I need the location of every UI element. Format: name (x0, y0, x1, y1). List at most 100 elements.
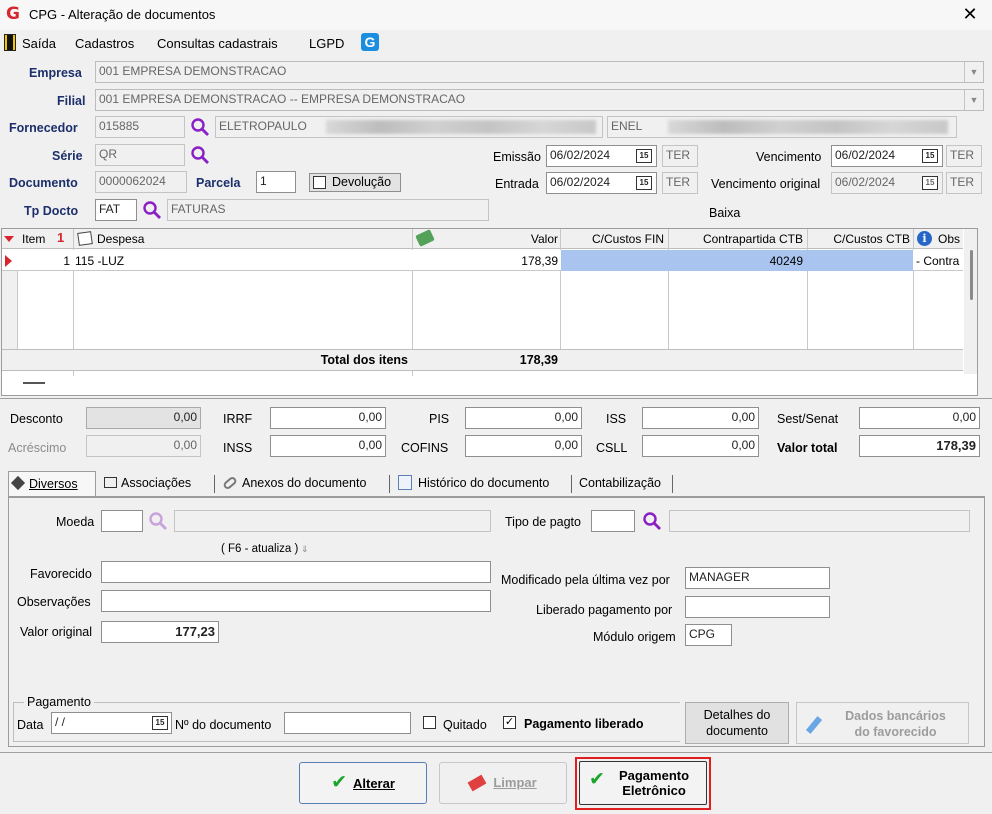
col-valor-header[interactable]: Valor (500, 232, 558, 246)
moeda-field[interactable] (101, 510, 143, 532)
ndoc-field[interactable] (284, 712, 411, 734)
emissao-value: 06/02/2024 (550, 148, 611, 162)
iss-label: ISS (606, 412, 627, 426)
info-icon: i (917, 231, 932, 246)
search-icon[interactable] (190, 117, 210, 137)
entrada-value: 06/02/2024 (550, 175, 611, 189)
tipo-pagto-field[interactable] (591, 510, 635, 532)
devolucao-checkbox[interactable] (313, 176, 326, 189)
serie-label: Série (52, 149, 83, 163)
edit-note-icon (77, 231, 93, 246)
row-obs-cell[interactable]: - Contra (916, 254, 962, 268)
calendar-icon[interactable]: 15 (636, 149, 652, 163)
parcela-label: Parcela (196, 176, 241, 190)
pagamento-eletronico-button[interactable]: ✔ Pagamento Eletrônico (579, 761, 707, 805)
quitado-checkbox[interactable] (423, 716, 436, 729)
menu-saida[interactable]: Saída (22, 36, 56, 51)
col-obs-header[interactable]: Obs (938, 232, 962, 246)
tpdocto-label: Tp Docto (24, 204, 79, 218)
vencimento-field[interactable]: 06/02/2024 15 (831, 145, 943, 167)
inss-field[interactable]: 0,00 (270, 435, 386, 457)
vencimento-value: 06/02/2024 (835, 148, 896, 162)
pagamento-group-label: Pagamento (24, 695, 94, 709)
menu-cadastros[interactable]: Cadastros (75, 36, 134, 51)
emissao-weekday: TER (662, 145, 698, 167)
moeda-label: Moeda (56, 515, 95, 529)
observacoes-field[interactable] (101, 590, 491, 612)
row-despesa-cell[interactable]: 115 -LUZ (75, 254, 124, 268)
devolucao-checkbox-group[interactable]: Devolução (309, 173, 401, 192)
sort-arrow-icon (4, 236, 14, 242)
irrf-label: IRRF (223, 412, 253, 426)
acrescimo-label: Acréscimo (8, 441, 67, 455)
col-contrapartida-header[interactable]: Contrapartida CTB (670, 232, 803, 246)
menu-lgpd[interactable]: LGPD (309, 36, 344, 51)
csll-field[interactable]: 0,00 (642, 435, 759, 457)
checkmark-icon: ✔ (589, 769, 605, 790)
cofins-field[interactable]: 0,00 (465, 435, 582, 457)
col-item-header[interactable]: Item (22, 232, 45, 246)
documento-field[interactable]: 0000062024 (95, 171, 187, 193)
filial-select[interactable]: 001 EMPRESA DEMONSTRACAO -- EMPRESA DEMO… (95, 89, 984, 111)
chevron-down-icon[interactable]: ▼ (964, 90, 983, 110)
calendar-icon: 15 (922, 176, 938, 190)
tpdocto-code-field[interactable]: FAT (95, 199, 137, 221)
dados-line2: do favorecido (854, 725, 937, 739)
tab-separator (571, 475, 572, 493)
tab-diversos-label: Diversos (29, 477, 78, 491)
tab-historico[interactable]: Histórico do documento (394, 471, 553, 496)
serie-field[interactable]: QR (95, 144, 185, 166)
entrada-field[interactable]: 06/02/2024 15 (546, 172, 657, 194)
data-field[interactable]: / / 15 (51, 712, 172, 734)
empresa-value: 001 EMPRESA DEMONSTRACAO (99, 64, 287, 78)
filial-value: 001 EMPRESA DEMONSTRACAO -- EMPRESA DEMO… (99, 92, 466, 106)
desconto-label: Desconto (10, 412, 63, 426)
limpar-button: Limpar (439, 762, 567, 804)
entrada-weekday: TER (662, 172, 698, 194)
row-valor-cell[interactable]: 178,39 (415, 254, 558, 268)
tab-anexos[interactable]: Anexos do documento (219, 471, 370, 496)
col-custos-fin-header[interactable]: C/Custos FIN (562, 232, 664, 246)
tab-associacoes[interactable]: Associações (100, 471, 195, 496)
pagamento-liberado-checkbox[interactable]: ✓ (503, 716, 516, 729)
close-button[interactable]: ✕ (958, 3, 982, 25)
emissao-field[interactable]: 06/02/2024 15 (546, 145, 657, 167)
menu-consultas-cadastrais[interactable]: Consultas cadastrais (157, 36, 278, 51)
tab-contabilizacao[interactable]: Contabilização (575, 471, 665, 496)
lgpd-logo-icon[interactable]: G (361, 33, 379, 51)
pis-label: PIS (429, 412, 450, 426)
fornecedor-code-field[interactable]: 015885 (95, 116, 185, 138)
row-contrapartida-cell[interactable]: 40249 (670, 254, 803, 268)
row-pointer-icon (5, 255, 12, 267)
search-icon[interactable] (642, 511, 662, 531)
total-label: Total dos itens (320, 353, 408, 367)
alterar-button[interactable]: ✔ Alterar (299, 762, 427, 804)
calendar-icon[interactable]: 15 (152, 716, 168, 730)
fornecedor-fantasia: ENEL (611, 119, 643, 133)
calendar-icon[interactable]: 15 (636, 176, 652, 190)
sest-field[interactable]: 0,00 (859, 407, 980, 429)
parcela-field[interactable]: 1 (256, 171, 296, 193)
tab-anexos-label: Anexos do documento (242, 476, 367, 490)
irrf-field[interactable]: 0,00 (270, 407, 386, 429)
detalhes-documento-button[interactable]: Detalhes do documento (685, 702, 789, 744)
col-custos-ctb-header[interactable]: C/Custos CTB (809, 232, 910, 246)
chevron-down-icon[interactable]: ▼ (964, 62, 983, 82)
tab-diversos[interactable]: Diversos (8, 471, 96, 496)
alterar-label: Alterar (353, 776, 395, 791)
empresa-select[interactable]: 001 EMPRESA DEMONSTRACAO ▼ (95, 61, 984, 83)
favorecido-field[interactable] (101, 561, 491, 583)
exit-icon (4, 34, 16, 51)
iss-field[interactable]: 0,00 (642, 407, 759, 429)
scrollbar-thumb[interactable] (970, 250, 973, 300)
search-icon[interactable] (190, 145, 210, 165)
filial-label: Filial (57, 94, 86, 108)
pis-field[interactable]: 0,00 (465, 407, 582, 429)
valor-original-field[interactable]: 177,23 (101, 621, 219, 643)
col-despesa-header[interactable]: Despesa (97, 232, 144, 246)
valor-original-label: Valor original (20, 625, 93, 639)
calendar-icon[interactable]: 15 (922, 149, 938, 163)
search-icon[interactable] (142, 200, 162, 220)
tipo-pagto-label: Tipo de pagto (505, 515, 581, 529)
valor-total-field: 178,39 (859, 435, 980, 457)
